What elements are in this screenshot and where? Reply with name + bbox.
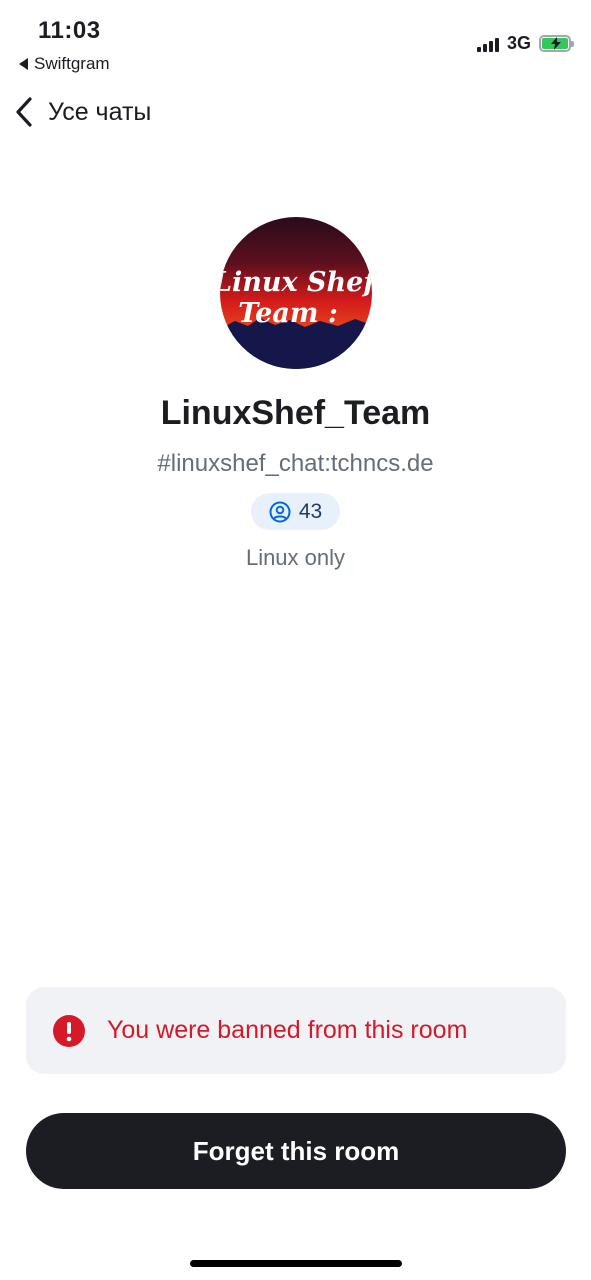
forget-room-button[interactable]: Forget this room bbox=[26, 1113, 566, 1189]
user-circle-icon bbox=[269, 501, 291, 522]
member-count: 43 bbox=[298, 499, 323, 523]
banned-notice: You were banned from this room bbox=[26, 987, 566, 1074]
signal-icon bbox=[476, 36, 499, 52]
home-indicator[interactable] bbox=[190, 1260, 402, 1267]
room-avatar: Linux Shef Team : bbox=[220, 217, 372, 369]
back-to-chats-button[interactable]: Усе чаты bbox=[14, 96, 151, 128]
member-count-badge[interactable]: 43 bbox=[251, 493, 340, 530]
room-topic: Linux only bbox=[245, 545, 346, 570]
battery-icon bbox=[539, 35, 574, 52]
network-type: 3G bbox=[506, 33, 531, 53]
back-triangle-icon bbox=[19, 58, 28, 70]
status-time: 11:03 bbox=[38, 17, 101, 44]
back-app-label: Swiftgram bbox=[34, 54, 110, 73]
banned-message: You were banned from this room bbox=[107, 1016, 468, 1044]
avatar-text-line1: Linux Shef bbox=[220, 267, 372, 298]
status-indicators: 3G bbox=[476, 33, 574, 54]
error-icon bbox=[53, 1014, 85, 1047]
back-to-app-link[interactable]: Swiftgram bbox=[19, 54, 110, 74]
back-label: Усе чаты bbox=[48, 97, 152, 126]
room-alias: #linuxshef_chat:tchncs.de bbox=[157, 450, 434, 477]
chevron-left-icon bbox=[16, 97, 32, 127]
room-name: LinuxShef_Team bbox=[160, 394, 431, 432]
avatar-text-line2: Team : bbox=[238, 298, 338, 329]
